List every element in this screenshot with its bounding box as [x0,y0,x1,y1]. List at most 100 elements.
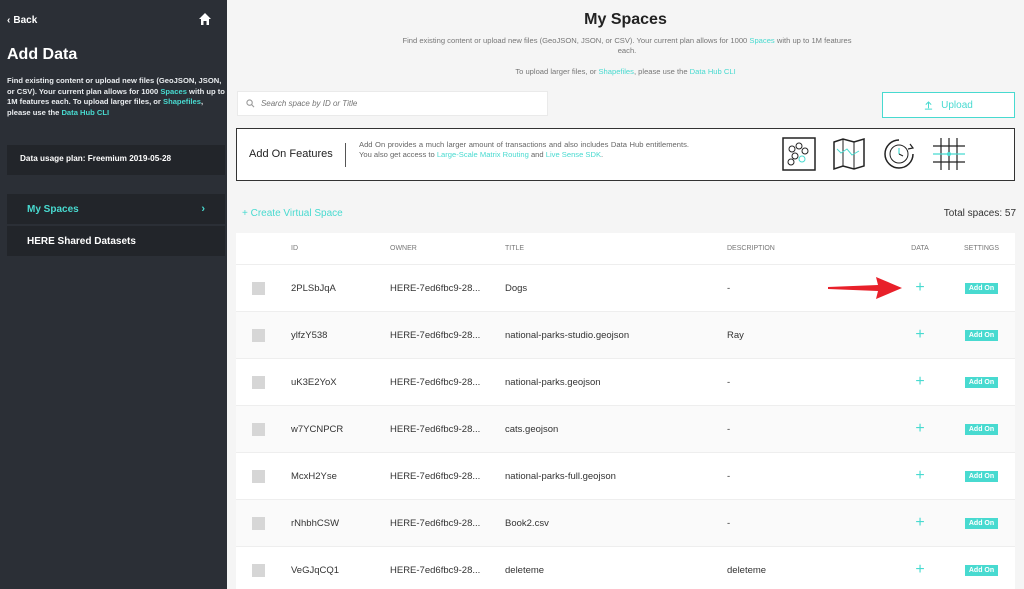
header-title[interactable]: TITLE [505,245,727,252]
addon-button[interactable]: Add On [964,377,999,388]
cell-owner: HERE-7ed6fbc9-28... [390,564,481,576]
spaces-link[interactable]: Spaces [160,87,187,96]
row-checkbox[interactable] [252,469,265,483]
cell-description: deleteme [727,564,767,576]
cell-title: national-parks-studio.geojson [505,329,630,341]
addon-text: . [601,150,604,159]
cell-title: Book2.csv [505,517,549,529]
addon-button[interactable]: Add On [964,471,999,482]
cell-owner: HERE-7ed6fbc9-28... [390,423,481,435]
addon-button[interactable]: Add On [964,424,999,435]
add-data-plus-icon[interactable]: + [915,467,924,484]
spaces-link[interactable]: Spaces [749,36,774,45]
matrix-routing-link[interactable]: Large-Scale Matrix Routing [437,150,529,159]
header-data: DATA [911,245,929,252]
home-icon[interactable] [198,12,212,26]
cell-description: Ray [727,329,744,341]
addon-icons [782,137,966,171]
add-data-plus-icon[interactable]: + [915,326,924,343]
header-id[interactable]: ID [291,245,390,252]
row-checkbox[interactable] [252,516,265,530]
search-input[interactable] [260,99,539,108]
add-data-plus-icon[interactable]: + [915,514,924,531]
row-checkbox[interactable] [252,375,265,389]
table-row[interactable]: rNhbhCSW HERE-7ed6fbc9-28... Book2.csv -… [236,500,1015,547]
page-title: My Spaces [584,11,667,28]
shapefiles-link[interactable]: Shapefiles [598,67,633,76]
red-arrow-icon [828,277,902,299]
cell-title: deleteme [505,564,545,576]
page-subtitle: Find existing content or upload new file… [402,36,852,56]
cell-owner: HERE-7ed6fbc9-28... [390,517,481,529]
cell-id: VeGJqCQ1 [291,564,340,576]
add-data-plus-icon[interactable]: + [915,420,924,437]
cell-title: Dogs [505,282,528,294]
row-checkbox[interactable] [252,563,265,577]
search-box[interactable] [237,91,548,116]
addon-button[interactable]: Add On [964,565,999,576]
row-checkbox[interactable] [252,422,265,436]
addon-features-banner: Add On Features Add On provides a much l… [236,128,1015,181]
sidebar: ‹ Back Add Data Find existing content or… [0,0,227,589]
sidebar-item-here-shared-datasets[interactable]: HERE Shared Datasets [7,226,225,256]
cell-id: 2PLSbJqA [291,282,336,294]
timer-icon [884,139,915,169]
cell-owner: HERE-7ed6fbc9-28... [390,376,481,388]
cell-id: McxH2Yse [291,470,337,482]
table-row[interactable]: VeGJqCQ1 HERE-7ed6fbc9-28... deleteme de… [236,547,1015,589]
add-data-plus-icon[interactable]: + [915,373,924,390]
cell-id: ylfzY538 [291,329,328,341]
add-data-plus-icon[interactable]: + [915,279,924,296]
cell-description: - [727,423,731,435]
header-owner[interactable]: OWNER [390,245,505,252]
sidebar-item-my-spaces[interactable]: My Spaces › [7,194,225,224]
upload-label: Upload [941,99,973,111]
subtitle-text: To upload larger files, or [515,67,599,76]
sidebar-description: Find existing content or upload new file… [7,76,225,118]
upload-button[interactable]: Upload [882,92,1015,118]
search-icon [246,99,255,108]
upload-icon [925,100,933,110]
sidebar-item-label: HERE Shared Datasets [27,235,136,247]
addon-button[interactable]: Add On [964,518,999,529]
subtitle-text: Find existing content or upload new file… [402,36,750,45]
cell-owner: HERE-7ed6fbc9-28... [390,470,481,482]
cell-id: uK3E2YoX [291,376,337,388]
live-sense-sdk-link[interactable]: Live Sense SDK [546,150,601,159]
addon-description: Add On provides a much larger amount of … [359,140,689,160]
data-usage-plan: Data usage plan: Freemium 2019-05-28 [7,145,225,175]
page-subtitle-2: To upload larger files, or Shapefiles, p… [227,67,1024,76]
chevron-left-icon: ‹ [7,15,11,26]
subtitle-text: , please use the [633,67,690,76]
cell-id: w7YCNPCR [291,423,344,435]
cell-description: - [727,376,731,388]
cluster-icon [782,137,816,171]
row-checkbox[interactable] [252,281,265,295]
header-description[interactable]: DESCRIPTION [727,245,892,252]
data-hub-cli-link[interactable]: Data Hub CLI [690,67,736,76]
addon-button[interactable]: Add On [964,283,999,294]
shapefiles-link[interactable]: Shapefiles [163,97,201,106]
create-virtual-space-link[interactable]: + Create Virtual Space [242,208,343,219]
data-hub-cli-link[interactable]: Data Hub CLI [61,108,109,117]
cell-title: national-parks.geojson [505,376,601,388]
add-data-plus-icon[interactable]: + [915,561,924,578]
back-label: Back [13,15,38,26]
row-checkbox[interactable] [252,328,265,342]
cell-id: rNhbhCSW [291,517,340,529]
sidebar-title: Add Data [7,46,78,63]
chevron-right-icon: › [201,203,205,215]
cell-owner: HERE-7ed6fbc9-28... [390,329,481,341]
addon-button[interactable]: Add On [964,330,999,341]
table-row[interactable]: uK3E2YoX HERE-7ed6fbc9-28... national-pa… [236,359,1015,406]
back-button[interactable]: ‹ Back [7,15,37,26]
table-row[interactable]: McxH2Yse HERE-7ed6fbc9-28... national-pa… [236,453,1015,500]
cell-title: national-parks-full.geojson [505,470,616,482]
cell-owner: HERE-7ed6fbc9-28... [390,282,481,294]
table-row[interactable]: ylfzY538 HERE-7ed6fbc9-28... national-pa… [236,312,1015,359]
sidebar-item-label: My Spaces [27,203,79,215]
table-row[interactable]: w7YCNPCR HERE-7ed6fbc9-28... cats.geojso… [236,406,1015,453]
grid-icon [933,138,965,170]
cell-description: - [727,470,731,482]
addon-title: Add On Features [249,148,333,160]
